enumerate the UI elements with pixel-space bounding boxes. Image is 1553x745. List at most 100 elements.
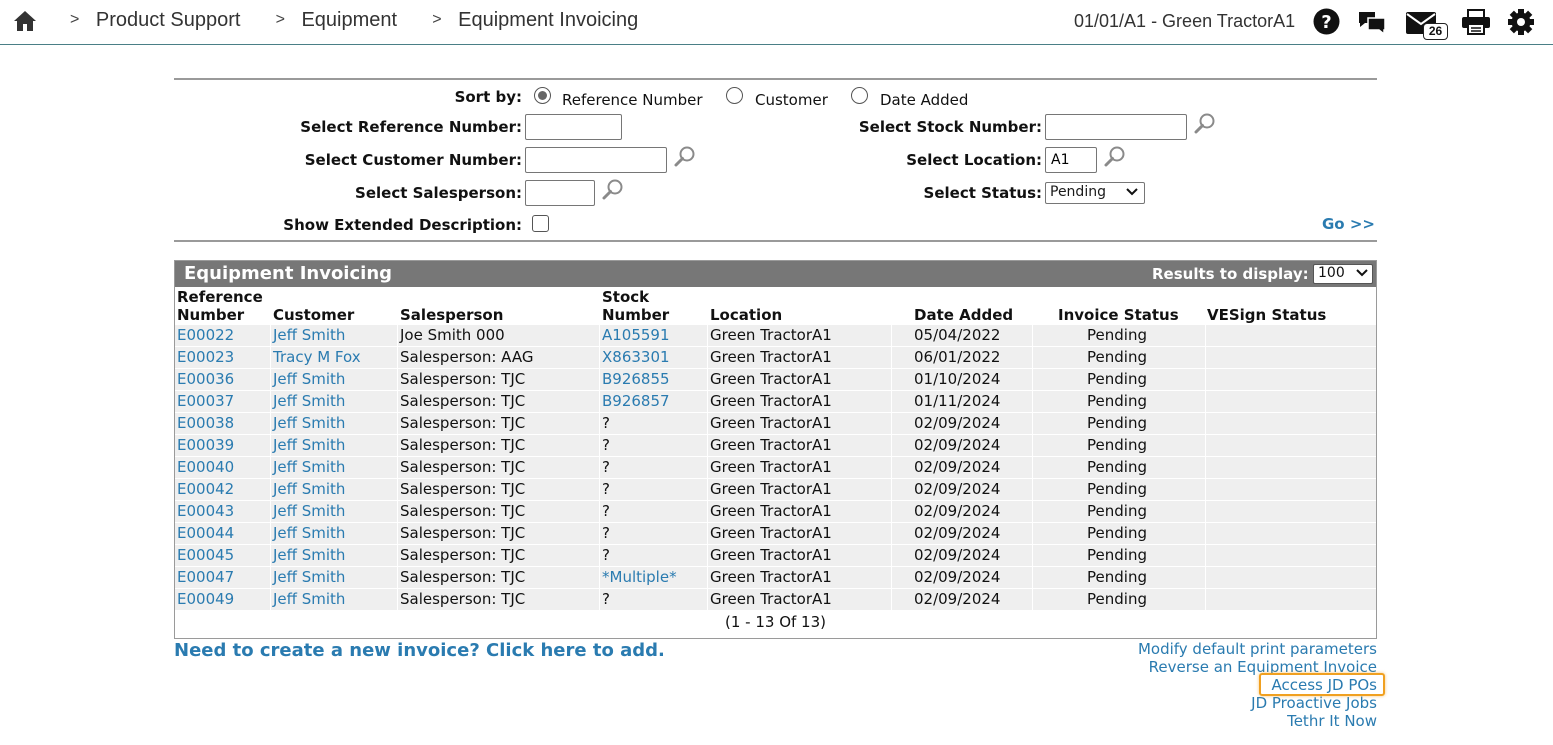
cell-customer[interactable]: Jeff Smith [273,523,345,545]
table-row: E00036 Jeff Smith Salesperson: TJC B926855 G… [175,369,1376,391]
cell-reference-number[interactable]: E00049 [177,589,234,611]
column-reference-number[interactable]: Reference Number [177,288,263,324]
cell-customer[interactable]: Jeff Smith [273,567,345,589]
cell-reference-number[interactable]: E00042 [177,479,234,501]
cell-invoice-status: Pending [1087,414,1147,432]
cell-stock-number: ? [602,458,610,476]
salesperson-label: Select Salesperson: [355,184,522,202]
cell-invoice-status: Pending [1087,326,1147,344]
cell-reference-number[interactable]: E00044 [177,523,234,545]
cell-reference-number[interactable]: E00037 [177,391,234,413]
customer-number-input[interactable] [525,147,667,173]
salesperson-search-icon[interactable] [601,178,625,202]
cell-customer[interactable]: Jeff Smith [273,457,345,479]
location-search-icon[interactable] [1103,145,1127,169]
column-salesperson[interactable]: Salesperson [400,306,503,324]
customer-search-icon[interactable] [673,145,697,169]
cell-stock-number[interactable]: A105591 [602,325,670,347]
breadcrumb-equipment[interactable]: Equipment [301,9,397,31]
cell-stock-number[interactable]: B926857 [602,391,670,413]
cell-reference-number[interactable]: E00047 [177,567,234,589]
cell-customer[interactable]: Jeff Smith [273,479,345,501]
breadcrumb-separator: > [275,11,285,28]
column-location[interactable]: Location [710,306,782,324]
go-button[interactable]: Go >> [1322,215,1375,233]
cell-location: Green TractorA1 [710,502,832,520]
sort-reference-radio[interactable] [534,87,551,104]
cell-stock-number[interactable]: *Multiple* [602,567,677,589]
stock-search-icon[interactable] [1193,112,1217,136]
stock-number-input[interactable] [1045,114,1187,140]
home-icon[interactable] [13,10,37,32]
reference-number-input[interactable] [525,114,622,140]
gear-icon[interactable] [1507,8,1535,36]
cell-reference-number[interactable]: E00023 [177,347,234,369]
results-header: Equipment Invoicing Results to display: … [175,261,1376,287]
sort-date-added-radio[interactable] [851,87,868,104]
cell-customer[interactable]: Jeff Smith [273,589,345,611]
sort-customer-label[interactable]: Customer [755,91,828,109]
cell-reference-number[interactable]: E00043 [177,501,234,523]
extended-description-checkbox[interactable] [532,215,549,232]
cell-customer[interactable]: Jeff Smith [273,369,345,391]
cell-stock-number[interactable]: X863301 [602,347,670,369]
cell-customer[interactable]: Tracy M Fox [273,347,361,369]
svg-text:?: ? [1321,12,1331,33]
create-new-invoice-link[interactable]: Need to create a new invoice? Click here… [174,640,665,661]
column-customer[interactable]: Customer [273,306,354,324]
breadcrumb-equipment-invoicing: Equipment Invoicing [458,9,639,31]
table-row: E00037 Jeff Smith Salesperson: TJC B926857 G… [175,391,1376,413]
cell-reference-number[interactable]: E00036 [177,369,234,391]
stock-number-label: Select Stock Number: [858,118,1042,136]
sort-reference-label[interactable]: Reference Number [562,91,703,109]
message-count-badge[interactable]: 26 [1423,23,1448,40]
cell-customer[interactable]: Jeff Smith [273,501,345,523]
cell-location: Green TractorA1 [710,348,832,366]
cell-location: Green TractorA1 [710,414,832,432]
cell-customer[interactable]: Jeff Smith [273,435,345,457]
modify-print-parameters-link[interactable]: Modify default print parameters [1138,640,1377,658]
pagination-summary: (1 - 13 Of 13) [725,613,826,631]
sort-customer-radio[interactable] [726,87,743,104]
tethr-it-now-link[interactable]: Tethr It Now [1138,712,1377,730]
column-stock-number[interactable]: Stock Number [602,288,669,324]
side-links: Modify default print parameters Reverse … [1138,640,1377,730]
cell-stock-number[interactable]: B926855 [602,369,670,391]
salesperson-input[interactable] [525,180,595,206]
cell-customer[interactable]: Jeff Smith [273,545,345,567]
results-display-select[interactable]: 100 [1313,264,1373,284]
cell-date-added: 02/09/2024 [914,524,1001,542]
chat-icon[interactable] [1357,9,1387,37]
cell-customer[interactable]: Jeff Smith [273,325,345,347]
cell-location: Green TractorA1 [710,524,832,542]
top-bar: > Product Support > Equipment > Equipmen… [0,0,1553,45]
sort-by-label: Sort by: [454,88,522,106]
cell-date-added: 01/10/2024 [914,370,1001,388]
cell-customer[interactable]: Jeff Smith [273,413,345,435]
print-icon[interactable] [1461,9,1491,35]
cell-reference-number[interactable]: E00040 [177,457,234,479]
cell-salesperson: Salesperson: TJC [400,546,526,564]
reverse-invoice-link[interactable]: Reverse an Equipment Invoice [1138,658,1377,676]
cell-location: Green TractorA1 [710,568,832,586]
column-date-added[interactable]: Date Added [914,306,1013,324]
column-vesign-status[interactable]: VESign Status [1207,306,1326,324]
cell-salesperson: Salesperson: TJC [400,392,526,410]
column-invoice-status[interactable]: Invoice Status [1058,306,1179,324]
cell-customer[interactable]: Jeff Smith [273,391,345,413]
dealer-location[interactable]: 01/01/A1 - Green TractorA1 [1074,11,1295,32]
jd-proactive-jobs-link[interactable]: JD Proactive Jobs [1138,694,1377,712]
table-row: E00040 Jeff Smith Salesperson: TJC? Green T… [175,457,1376,479]
status-select[interactable]: Pending [1045,182,1145,204]
cell-reference-number[interactable]: E00045 [177,545,234,567]
location-input[interactable] [1045,147,1097,173]
breadcrumb-product-support[interactable]: Product Support [96,9,241,31]
cell-reference-number[interactable]: E00022 [177,325,234,347]
breadcrumb-separator: > [432,11,442,28]
access-jd-pos-link[interactable]: Access JD POs [1138,676,1377,694]
sort-date-added-label[interactable]: Date Added [880,91,968,109]
cell-reference-number[interactable]: E00039 [177,435,234,457]
cell-location: Green TractorA1 [710,458,832,476]
help-icon[interactable]: ? [1313,8,1340,35]
cell-reference-number[interactable]: E00038 [177,413,234,435]
